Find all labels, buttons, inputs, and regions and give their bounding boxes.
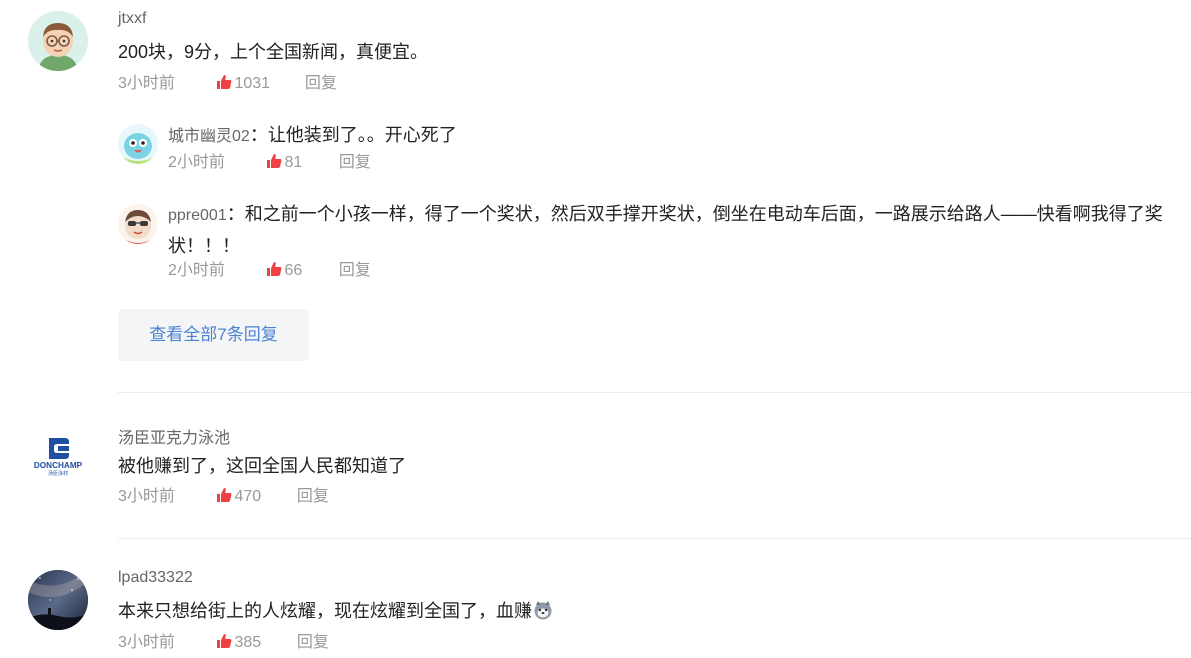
- comment-text-row: 本来只想给街上的人炫耀，现在炫耀到全国了，血赚: [118, 597, 553, 623]
- comment-text: 200块，9分，上个全国新闻，真便宜。: [118, 42, 429, 62]
- comment-username[interactable]: jtxxf: [118, 10, 146, 28]
- cartoon-blue-bird-avatar-icon: [118, 124, 158, 164]
- comment-meta: 3小时前 1031 回复: [118, 72, 337, 96]
- comment-text: 本来只想给街上的人炫耀，现在炫耀到全国了，血赚: [118, 601, 532, 621]
- thumbs-up-icon: [217, 75, 232, 89]
- like-button[interactable]: 81: [266, 151, 334, 175]
- reply-item: 城市幽灵02：让他装到了。。开心死了 2小时前 81 回复: [118, 120, 1191, 180]
- reply-content: 城市幽灵02：让他装到了。。开心死了: [168, 120, 1191, 152]
- thumbs-up-icon: [267, 262, 282, 276]
- thumbs-up-icon: [267, 154, 282, 168]
- night-sky-photo-avatar-icon: [28, 570, 88, 630]
- reply-time: 2小时前: [168, 154, 225, 171]
- thumbs-up-icon: [217, 634, 232, 648]
- like-button[interactable]: 385: [216, 631, 292, 655]
- comment-divider: [118, 538, 1191, 539]
- like-count: 66: [284, 262, 303, 279]
- reply-text: 和之前一个小孩一样，得了一个奖状，然后双手撑开奖状，倒坐在电动车后面，一路展示给…: [168, 204, 1163, 256]
- reply-text: 让他装到了。。开心死了: [267, 125, 457, 145]
- reply-button[interactable]: 回复: [297, 485, 329, 509]
- comment-divider: [118, 392, 1191, 393]
- reply-button[interactable]: 回复: [339, 259, 371, 283]
- reply-content: ppre001：和之前一个小孩一样，得了一个奖状，然后双手撑开奖状，倒坐在电动车…: [168, 199, 1191, 261]
- reply-item: ppre001：和之前一个小孩一样，得了一个奖状，然后双手撑开奖状，倒坐在电动车…: [118, 199, 1191, 289]
- husky-emoji-icon: [534, 601, 552, 620]
- cartoon-sunglasses-avatar-icon: [118, 204, 158, 244]
- like-count: 1031: [234, 75, 271, 92]
- like-button[interactable]: 66: [266, 259, 334, 283]
- comment-time: 3小时前: [118, 488, 175, 505]
- user-avatar[interactable]: [28, 570, 88, 630]
- thumbs-up-icon: [217, 488, 232, 502]
- like-count: 470: [234, 488, 262, 505]
- reply-button[interactable]: 回复: [339, 151, 371, 175]
- like-button[interactable]: 470: [216, 485, 292, 509]
- logo-subtext: 汤臣泳材: [48, 470, 68, 477]
- reply-meta: 2小时前 66 回复: [168, 259, 371, 283]
- comment-username[interactable]: lpad33322: [118, 569, 193, 587]
- reply-avatar[interactable]: [118, 204, 158, 244]
- comment-meta: 3小时前 470 回复: [118, 485, 329, 509]
- like-button[interactable]: 1031: [216, 72, 300, 96]
- user-avatar[interactable]: [28, 11, 88, 71]
- reply-button[interactable]: 回复: [297, 631, 329, 655]
- reply-username[interactable]: ppre001: [168, 207, 227, 224]
- reply-time: 2小时前: [168, 262, 225, 279]
- reply-button[interactable]: 回复: [305, 72, 337, 96]
- comment-text: 被他赚到了，这回全国人民都知道了: [118, 456, 406, 476]
- reply-username[interactable]: 城市幽灵02: [168, 128, 250, 145]
- reply-avatar[interactable]: [118, 124, 158, 164]
- comment-meta: 3小时前 385 回复: [118, 631, 329, 655]
- comment-time: 3小时前: [118, 634, 175, 651]
- cartoon-glasses-boy-avatar-icon: [28, 11, 88, 71]
- user-avatar[interactable]: DONCHAMP 汤臣泳材: [28, 425, 88, 485]
- like-count: 81: [284, 154, 303, 171]
- like-count: 385: [234, 634, 262, 651]
- logo-text: DONCHAMP: [34, 461, 83, 470]
- reply-separator: ：: [249, 125, 268, 145]
- view-all-replies-button[interactable]: 查看全部7条回复: [118, 309, 309, 361]
- reply-meta: 2小时前 81 回复: [168, 151, 371, 175]
- comment-username[interactable]: 汤臣亚克力泳池: [118, 424, 230, 448]
- comment-time: 3小时前: [118, 75, 175, 92]
- donchamp-logo-avatar-icon: DONCHAMP 汤臣泳材: [28, 425, 88, 485]
- reply-separator: ：: [226, 204, 245, 224]
